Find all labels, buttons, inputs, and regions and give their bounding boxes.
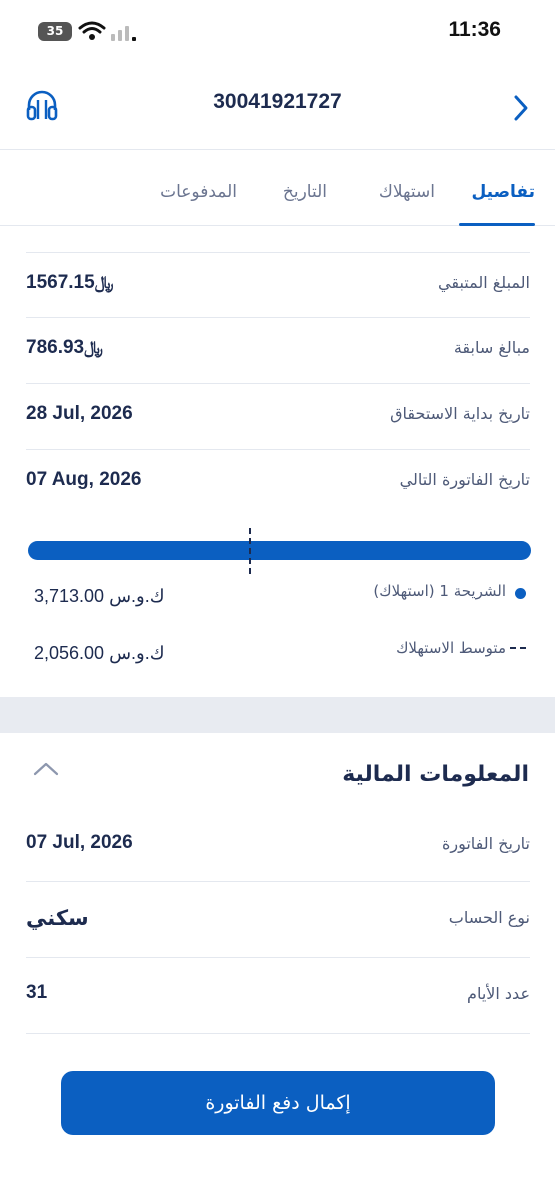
due-start-date-value: 28 Jul, 2026 bbox=[26, 403, 133, 424]
tab-details[interactable]: تفاصيل bbox=[471, 182, 535, 202]
consumption-progress-bar bbox=[28, 541, 531, 560]
remaining-amount-value: ﷼1567.15 bbox=[26, 272, 117, 294]
bill-date-value: 07 Jul, 2026 bbox=[26, 832, 133, 853]
complete-payment-button[interactable]: إكمال دفع الفاتورة bbox=[61, 1071, 495, 1135]
account-type-value: سكني bbox=[26, 906, 89, 930]
days-count-value: 31 bbox=[26, 982, 48, 1003]
tab-history[interactable]: التاريخ bbox=[283, 182, 327, 202]
next-bill-date-value: 07 Aug, 2026 bbox=[26, 469, 142, 490]
days-count-label: عدد الأيام bbox=[467, 984, 530, 1003]
financial-row-account-type: نوع الحساب سكني bbox=[26, 882, 530, 958]
average-consumption-marker bbox=[249, 528, 251, 574]
account-type-label: نوع الحساب bbox=[448, 908, 530, 927]
riyal-currency-icon: ﷼ bbox=[84, 338, 103, 357]
remaining-amount-number: 1567.15 bbox=[26, 272, 95, 293]
battery-icon: 35 bbox=[38, 22, 72, 41]
due-start-date-label: تاريخ بداية الاستحقاق bbox=[390, 404, 530, 423]
tier-legend-row: الشريحة 1 (استهلاك) 3,713.00 ك.و.س bbox=[28, 580, 528, 610]
next-bill-date-label: تاريخ الفاتورة التالي bbox=[399, 470, 530, 489]
average-value: 2,056.00 ك.و.س bbox=[34, 643, 165, 663]
section-divider bbox=[0, 697, 555, 733]
active-tab-indicator bbox=[459, 223, 535, 226]
status-bar: 35 11:36 bbox=[0, 0, 555, 64]
chevron-right-back-icon[interactable] bbox=[511, 94, 531, 122]
remaining-amount-label: المبلغ المتبقي bbox=[438, 273, 530, 292]
account-number: 30041921727 bbox=[213, 90, 342, 113]
bill-date-label: تاريخ الفاتورة bbox=[441, 834, 530, 853]
tab-consumption[interactable]: استهلاك bbox=[379, 182, 435, 202]
header: 30041921727 bbox=[0, 64, 555, 150]
bill-details-list: المبلغ المتبقي ﷼1567.15 مبالغ سابقة ﷼786… bbox=[26, 252, 530, 516]
tab-payments[interactable]: المدفوعات bbox=[160, 182, 237, 202]
tier-label: الشريحة 1 (استهلاك) bbox=[373, 582, 506, 600]
tab-bar: تفاصيل استهلاك التاريخ المدفوعات bbox=[0, 150, 555, 226]
wifi-icon bbox=[78, 21, 106, 40]
battery-level: 35 bbox=[46, 24, 64, 38]
financial-row-days: عدد الأيام 31 bbox=[26, 958, 530, 1034]
financial-info-list: تاريخ الفاتورة 07 Jul, 2026 نوع الحساب س… bbox=[26, 808, 530, 1034]
detail-row-remaining: المبلغ المتبقي ﷼1567.15 bbox=[26, 252, 530, 318]
average-label: متوسط الاستهلاك bbox=[396, 639, 506, 657]
tier-value: 3,713.00 ك.و.س bbox=[34, 586, 165, 606]
status-time: 11:36 bbox=[448, 18, 501, 41]
riyal-currency-icon: ﷼ bbox=[94, 273, 114, 292]
dashed-line-icon bbox=[510, 647, 526, 649]
detail-row-due-start: تاريخ بداية الاستحقاق 28 Jul, 2026 bbox=[26, 384, 530, 450]
previous-amounts-number: 786.93 bbox=[26, 337, 85, 358]
tier-dot-icon bbox=[515, 588, 526, 599]
average-legend-row: متوسط الاستهلاك 2,056.00 ك.و.س bbox=[28, 637, 528, 667]
chevron-up-icon[interactable] bbox=[32, 760, 60, 778]
previous-amounts-label: مبالغ سابقة bbox=[453, 338, 530, 357]
financial-info-title: المعلومات المالية bbox=[342, 762, 529, 787]
financial-row-bill-date: تاريخ الفاتورة 07 Jul, 2026 bbox=[26, 808, 530, 882]
detail-row-next-bill: تاريخ الفاتورة التالي 07 Aug, 2026 bbox=[26, 450, 530, 516]
cellular-signal-icon bbox=[111, 26, 136, 41]
previous-amounts-value: ﷼786.93 bbox=[26, 337, 106, 359]
detail-row-previous: مبالغ سابقة ﷼786.93 bbox=[26, 318, 530, 384]
